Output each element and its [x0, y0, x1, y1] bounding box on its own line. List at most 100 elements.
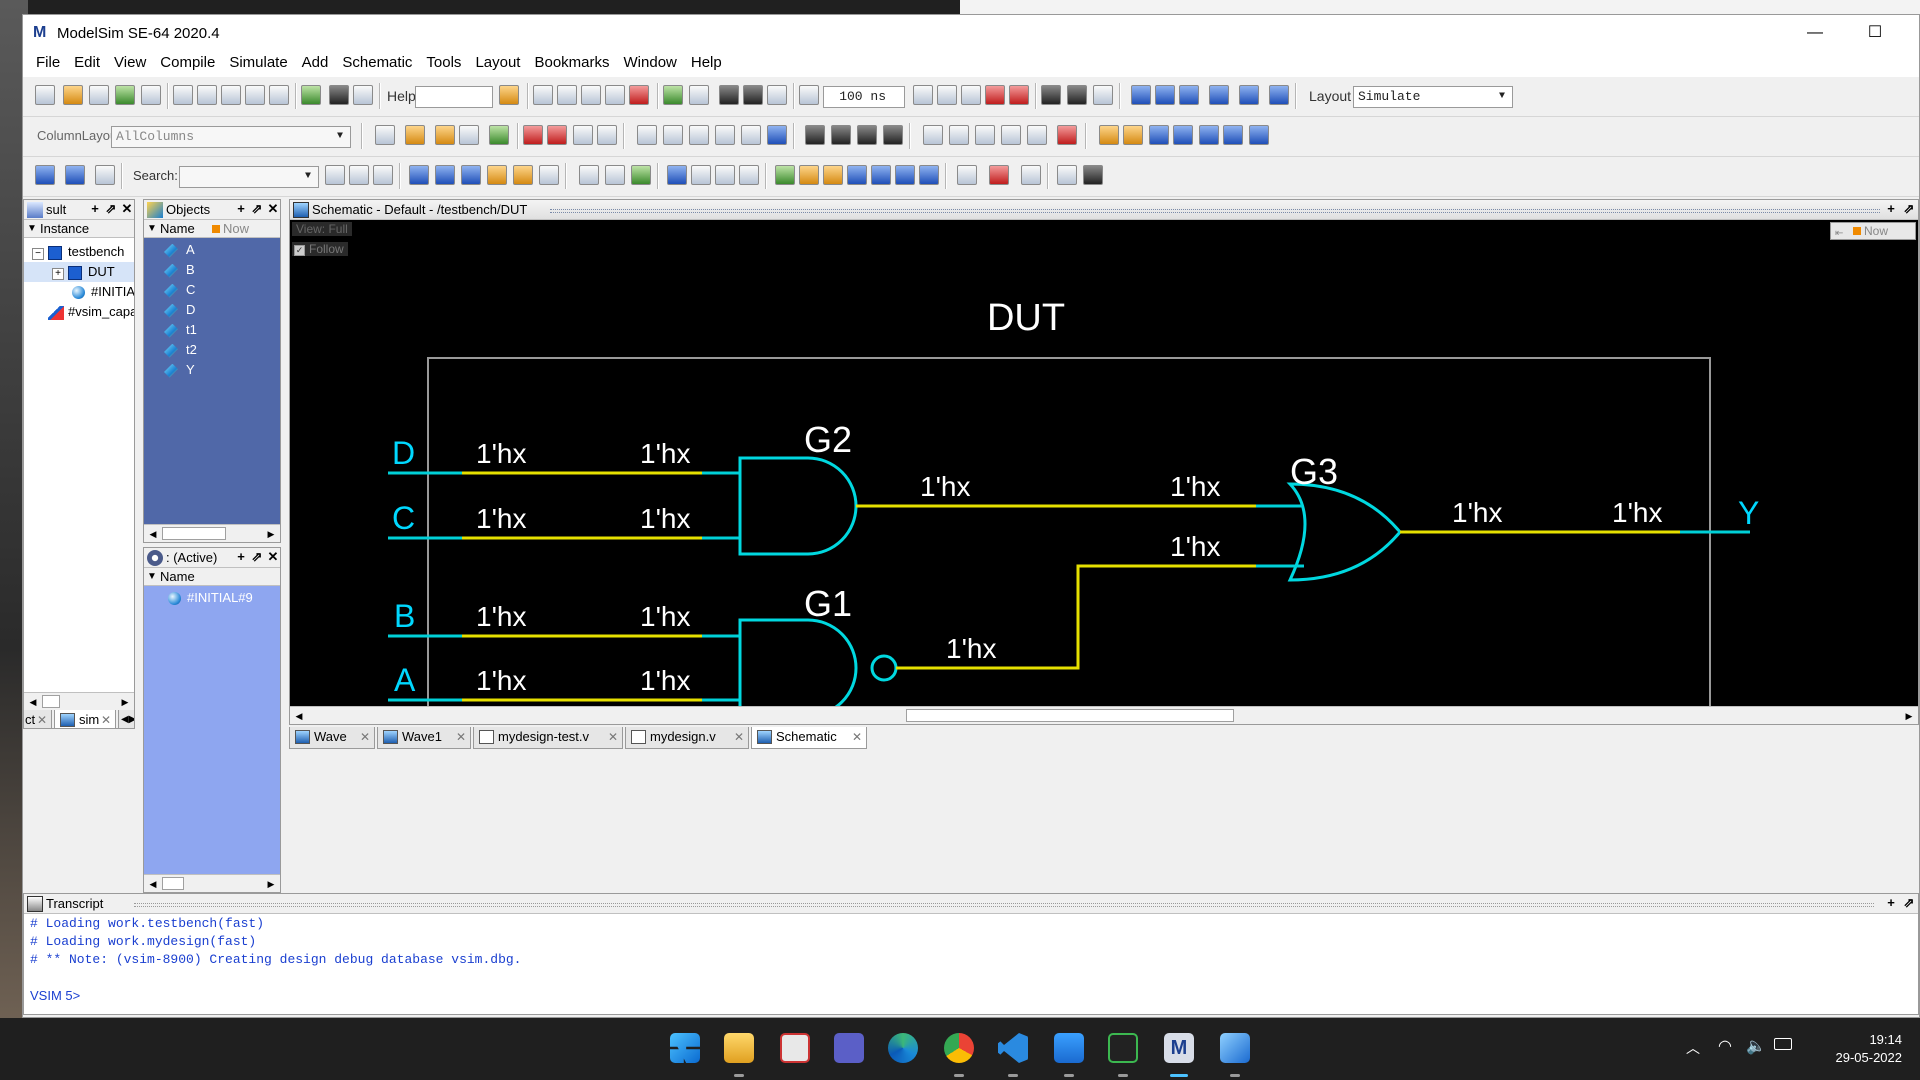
copy-icon[interactable]: [197, 85, 217, 105]
menu-help[interactable]: Help: [684, 51, 729, 75]
run-all-icon[interactable]: [961, 85, 981, 105]
tree-row-vsim-capacity[interactable]: #vsim_capaci: [48, 302, 134, 322]
find-last-icon[interactable]: [919, 165, 939, 185]
expand-toggle-icon[interactable]: +: [52, 268, 64, 280]
processes-hscroll[interactable]: ◀ ▶: [144, 874, 280, 892]
layout-select[interactable]: Simulate ▼: [1353, 86, 1513, 108]
show-drivers-icon[interactable]: [1057, 125, 1077, 145]
left-arrow-icon[interactable]: [743, 85, 763, 105]
signal-row-d[interactable]: D: [164, 300, 195, 320]
menu-bookmarks[interactable]: Bookmarks: [527, 51, 616, 75]
volume-icon[interactable]: 🔈: [1746, 1036, 1766, 1056]
find-x-icon[interactable]: [847, 165, 867, 185]
simulate-icon[interactable]: [581, 85, 601, 105]
force-icon[interactable]: [523, 125, 543, 145]
close-icon[interactable]: ✕: [852, 727, 862, 747]
falling-edge-icon[interactable]: [715, 165, 735, 185]
tab-ct[interactable]: ct ✕: [24, 710, 52, 728]
signal-row-b[interactable]: B: [164, 260, 195, 280]
scroll-left-icon[interactable]: ◀: [26, 695, 40, 709]
snipping-tool-icon[interactable]: [780, 1033, 810, 1063]
clock-icon[interactable]: [573, 125, 593, 145]
save-icon[interactable]: [89, 85, 109, 105]
find-change-icon[interactable]: [895, 165, 915, 185]
minimize-button[interactable]: —: [1793, 21, 1837, 45]
tab-scroll-arrows[interactable]: ◀▶: [118, 710, 134, 728]
search-input[interactable]: ▼: [179, 166, 319, 188]
help-search-input[interactable]: [415, 86, 493, 108]
objects-panel-undock-button[interactable]: ⇗: [250, 202, 264, 216]
expand-fanout-icon[interactable]: [1123, 125, 1143, 145]
wave-select-icon[interactable]: [957, 165, 977, 185]
processes-panel-close-button[interactable]: ✕: [266, 550, 280, 564]
reload-icon[interactable]: [115, 85, 135, 105]
close-icon[interactable]: ✕: [734, 727, 744, 747]
any-edge-icon[interactable]: [739, 165, 759, 185]
compare-icon[interactable]: [1057, 165, 1077, 185]
zoom-out-schematic-icon[interactable]: [65, 165, 85, 185]
scroll-right-icon[interactable]: ▶: [264, 527, 278, 541]
zoom-range-icon[interactable]: [539, 165, 559, 185]
hand-icon[interactable]: [1093, 85, 1113, 105]
system-clock[interactable]: 19:14 29-05-2022: [1836, 1031, 1903, 1067]
file-explorer-icon[interactable]: [724, 1033, 754, 1063]
close-icon[interactable]: ✕: [37, 710, 47, 728]
close-button[interactable]: ✕: [1903, 21, 1919, 45]
scroll-right-icon[interactable]: ▶: [264, 877, 278, 891]
zoom-out-icon[interactable]: [435, 165, 455, 185]
vscode-icon[interactable]: [998, 1033, 1028, 1063]
step-into-icon[interactable]: [1131, 85, 1151, 105]
menu-window[interactable]: Window: [617, 51, 684, 75]
menu-edit[interactable]: Edit: [67, 51, 107, 75]
tree-row-initial[interactable]: #INITIAL#: [72, 282, 134, 302]
show-hidden-icons-chevron-icon[interactable]: ︿: [1686, 1038, 1700, 1058]
scroll-thumb[interactable]: [162, 527, 226, 540]
processes-panel-undock-button[interactable]: ⇗: [250, 550, 264, 564]
process-row-initial[interactable]: #INITIAL#9: [168, 588, 253, 608]
drag-handle[interactable]: [134, 903, 1874, 907]
trace-x-icon[interactable]: [1199, 125, 1219, 145]
step-out-icon[interactable]: [1179, 85, 1199, 105]
sim-panel-close-button[interactable]: ✕: [120, 202, 134, 216]
filter-settings-icon[interactable]: [767, 125, 787, 145]
zoom-region-icon[interactable]: [663, 85, 683, 105]
transcript-undock-button[interactable]: ⇗: [1902, 896, 1916, 910]
continue-icon[interactable]: [937, 85, 957, 105]
add-schematic-icon[interactable]: [489, 125, 509, 145]
gear-run-icon[interactable]: [831, 125, 851, 145]
close-icon[interactable]: ✕: [101, 710, 111, 728]
search-next-icon[interactable]: [325, 165, 345, 185]
scroll-left-icon[interactable]: ◀: [146, 877, 160, 891]
schematic-hscroll[interactable]: ◀ ▶: [290, 706, 1918, 724]
filter-internal-icon[interactable]: [715, 125, 735, 145]
command-prompt[interactable]: VSIM 5>: [30, 988, 80, 1003]
step-dropdown-icon[interactable]: [1209, 85, 1229, 105]
filter-all-icon[interactable]: [741, 125, 761, 145]
scroll-left-icon[interactable]: ◀: [292, 709, 306, 723]
filter-inout-icon[interactable]: [689, 125, 709, 145]
up-arrow-icon[interactable]: [719, 85, 739, 105]
processes-column-header[interactable]: ▼ Name: [144, 568, 280, 586]
find-next-icon[interactable]: [823, 165, 843, 185]
paste-icon[interactable]: [221, 85, 241, 105]
photos-icon[interactable]: [1220, 1033, 1250, 1063]
open-folder-icon[interactable]: [63, 85, 83, 105]
zoom-cursor-icon[interactable]: [513, 165, 533, 185]
edit-icon[interactable]: [597, 125, 617, 145]
menu-layout[interactable]: Layout: [468, 51, 527, 75]
signal-row-t1[interactable]: t1: [164, 320, 197, 340]
stop-icon[interactable]: [985, 85, 1005, 105]
start-menu-icon[interactable]: [670, 1033, 700, 1063]
zoom-last-icon[interactable]: [487, 165, 507, 185]
scroll-thumb[interactable]: [42, 695, 60, 708]
step-back-icon[interactable]: [1269, 85, 1289, 105]
run-icon[interactable]: [913, 85, 933, 105]
schematic-canvas[interactable]: View: Full ✓ Follow ⇤ Now DUT G2 G1 G3 1…: [290, 220, 1918, 706]
menu-compile[interactable]: Compile: [153, 51, 222, 75]
sim-panel-dock-button[interactable]: +: [88, 202, 102, 216]
scroll-left-icon[interactable]: ◀: [146, 527, 160, 541]
compile-icon[interactable]: [533, 85, 553, 105]
signal-row-t2[interactable]: t2: [164, 340, 197, 360]
print-icon[interactable]: [141, 85, 161, 105]
maximize-button[interactable]: ☐: [1853, 21, 1897, 45]
